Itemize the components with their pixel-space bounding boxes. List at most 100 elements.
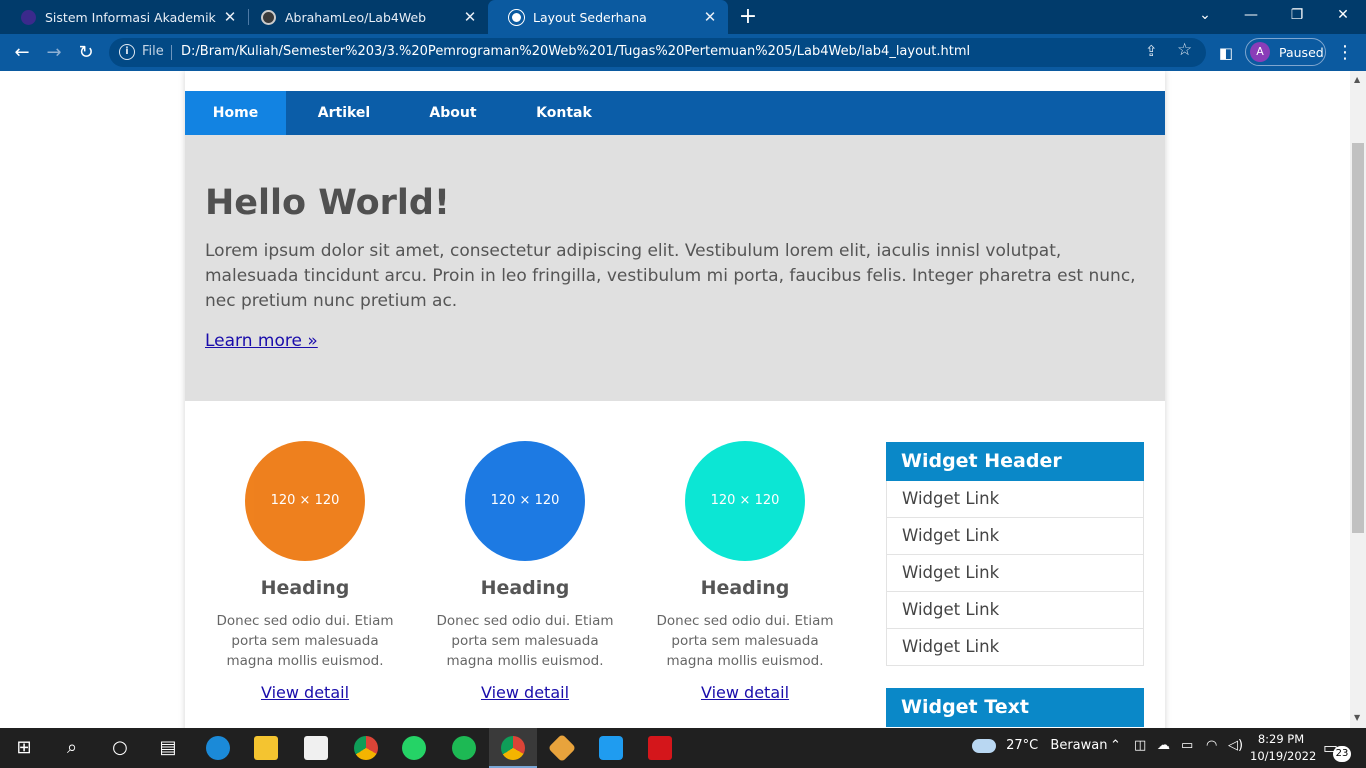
- volume-icon[interactable]: ◁): [1228, 738, 1243, 753]
- meet-now-icon[interactable]: ◫: [1134, 738, 1146, 753]
- column-heading: Heading: [260, 577, 350, 599]
- profile-status: Paused: [1279, 45, 1324, 60]
- view-detail-link[interactable]: View detail: [701, 683, 789, 702]
- system-clock[interactable]: 8:29 PM 10/19/2022: [1250, 731, 1317, 765]
- feature-column-3: 120 × 120 Heading Donec sed odio dui. Et…: [645, 441, 845, 702]
- browser-tab-strip: Sistem Informasi Akademik ✕ AbrahamLeo/L…: [0, 0, 1366, 34]
- tab-sistem-informasi[interactable]: Sistem Informasi Akademik ✕: [0, 0, 248, 34]
- tab-search-button[interactable]: ⌄: [1182, 0, 1228, 30]
- git-icon[interactable]: [538, 728, 586, 768]
- nav-kontak[interactable]: Kontak: [504, 91, 624, 135]
- profile-button[interactable]: A Paused: [1245, 38, 1326, 66]
- reload-button[interactable]: ↻: [74, 41, 98, 65]
- clock-time: 8:29 PM: [1257, 732, 1305, 746]
- back-button[interactable]: ←: [10, 41, 34, 65]
- column-text: Donec sed odio dui. Etiam porta sem male…: [656, 613, 834, 669]
- nav-about[interactable]: About: [402, 91, 504, 135]
- menu-kebab-icon[interactable]: ⋮: [1333, 41, 1357, 65]
- file-explorer-icon[interactable]: [242, 728, 290, 768]
- close-icon[interactable]: ✕: [220, 8, 240, 26]
- view-detail-link[interactable]: View detail: [481, 683, 569, 702]
- github-icon: [261, 9, 276, 25]
- page-viewport: Home Artikel About Kontak Hello World! L…: [0, 71, 1350, 728]
- column-text: Donec sed odio dui. Etiam porta sem male…: [436, 613, 614, 669]
- nav-home[interactable]: Home: [185, 91, 286, 135]
- weather-temp: 27°C: [1006, 738, 1039, 753]
- onedrive-icon[interactable]: ☁: [1157, 738, 1170, 753]
- vscode-icon[interactable]: [587, 728, 635, 768]
- widget-link[interactable]: Widget Link: [886, 481, 1144, 518]
- edge-icon[interactable]: [194, 728, 242, 768]
- learn-more-link[interactable]: Learn more »: [205, 331, 318, 351]
- notification-center-icon[interactable]: ▭ 23: [1323, 738, 1351, 762]
- acrobat-icon[interactable]: [636, 728, 684, 768]
- scrollbar-thumb[interactable]: [1352, 143, 1364, 533]
- whatsapp-icon[interactable]: [390, 728, 438, 768]
- tab-title: Sistem Informasi Akademik: [45, 9, 216, 25]
- widget-header: Widget Header: [886, 442, 1144, 481]
- weather-widget[interactable]: 27°C Berawan: [972, 738, 1107, 753]
- search-icon[interactable]: ⌕: [48, 728, 96, 768]
- chrome-icon[interactable]: [342, 728, 390, 768]
- widget-link[interactable]: Widget Link: [886, 629, 1144, 666]
- restore-button[interactable]: ❐: [1274, 0, 1320, 30]
- main-nav: Home Artikel About Kontak: [185, 91, 1165, 135]
- close-window-button[interactable]: ✕: [1320, 0, 1366, 30]
- tab-title: AbrahamLeo/Lab4Web: [285, 9, 427, 25]
- spotify-icon[interactable]: [440, 728, 488, 768]
- wifi-icon[interactable]: ◠: [1206, 738, 1217, 753]
- scroll-down-icon[interactable]: ▼: [1354, 713, 1360, 722]
- cortana-icon[interactable]: ○: [96, 728, 144, 768]
- bookmark-star-icon[interactable]: ☆: [1177, 40, 1192, 60]
- column-heading: Heading: [480, 577, 570, 599]
- scroll-up-icon[interactable]: ▲: [1354, 75, 1360, 84]
- tab-github[interactable]: AbrahamLeo/Lab4Web ✕: [240, 0, 488, 34]
- widget-link[interactable]: Widget Link: [886, 592, 1144, 629]
- placeholder-image: 120 × 120: [685, 441, 805, 561]
- page-container: Home Artikel About Kontak Hello World! L…: [185, 71, 1165, 728]
- hero-text: Lorem ipsum dolor sit amet, consectetur …: [205, 241, 1136, 311]
- close-icon[interactable]: ✕: [700, 8, 720, 26]
- avatar: A: [1250, 42, 1270, 62]
- widget-link[interactable]: Widget Link: [886, 518, 1144, 555]
- tab-title: Layout Sederhana: [533, 9, 647, 25]
- sidebar: Widget Header Widget Link Widget Link Wi…: [886, 442, 1144, 727]
- task-view-icon[interactable]: ▤: [144, 728, 192, 768]
- column-heading: Heading: [700, 577, 790, 599]
- url-text[interactable]: D:/Bram/Kuliah/Semester%203/3.%20Pemrogr…: [181, 44, 970, 59]
- cloud-icon: [972, 738, 996, 753]
- side-panel-icon[interactable]: ◧: [1214, 41, 1238, 65]
- file-scheme-label: File: [142, 44, 164, 59]
- new-tab-button[interactable]: +: [737, 5, 759, 29]
- close-icon[interactable]: ✕: [460, 8, 480, 26]
- notification-badge: 23: [1333, 746, 1351, 762]
- placeholder-image: 120 × 120: [465, 441, 585, 561]
- hero-title: Hello World!: [205, 183, 450, 223]
- browser-toolbar: ← → ↻ i File D:/Bram/Kuliah/Semester%203…: [0, 34, 1366, 71]
- store-icon[interactable]: [292, 728, 340, 768]
- forward-button[interactable]: →: [42, 41, 66, 65]
- feature-column-1: 120 × 120 Heading Donec sed odio dui. Et…: [205, 441, 405, 702]
- tab-layout-sederhana[interactable]: Layout Sederhana ✕: [488, 0, 728, 34]
- widget-text-header: Widget Text: [886, 688, 1144, 727]
- info-icon[interactable]: i: [119, 44, 135, 60]
- view-detail-link[interactable]: View detail: [261, 683, 349, 702]
- feature-column-2: 120 × 120 Heading Donec sed odio dui. Et…: [425, 441, 625, 702]
- address-bar[interactable]: i File D:/Bram/Kuliah/Semester%203/3.%20…: [109, 38, 1206, 67]
- column-text: Donec sed odio dui. Etiam porta sem male…: [216, 613, 394, 669]
- windows-taskbar: ⊞ ⌕ ○ ▤ 27°C Berawan ⌃ ◫ ☁ ▭ ◠ ◁) 8:29 P…: [0, 728, 1366, 768]
- graduation-cap-icon: [21, 9, 36, 25]
- battery-icon[interactable]: ▭: [1181, 738, 1193, 753]
- minimize-button[interactable]: —: [1228, 0, 1274, 30]
- nav-artikel[interactable]: Artikel: [286, 91, 402, 135]
- share-icon[interactable]: ⇪: [1145, 42, 1158, 60]
- clock-date: 10/19/2022: [1250, 749, 1317, 763]
- widget-link[interactable]: Widget Link: [886, 555, 1144, 592]
- chevron-up-icon[interactable]: ⌃: [1110, 738, 1121, 753]
- placeholder-image: 120 × 120: [245, 441, 365, 561]
- chrome-profile-icon[interactable]: [489, 728, 537, 768]
- vertical-scrollbar[interactable]: ▲ ▼: [1350, 71, 1366, 728]
- globe-icon: [509, 9, 524, 25]
- windows-start-icon[interactable]: ⊞: [0, 728, 48, 768]
- weather-desc: Berawan: [1050, 738, 1108, 753]
